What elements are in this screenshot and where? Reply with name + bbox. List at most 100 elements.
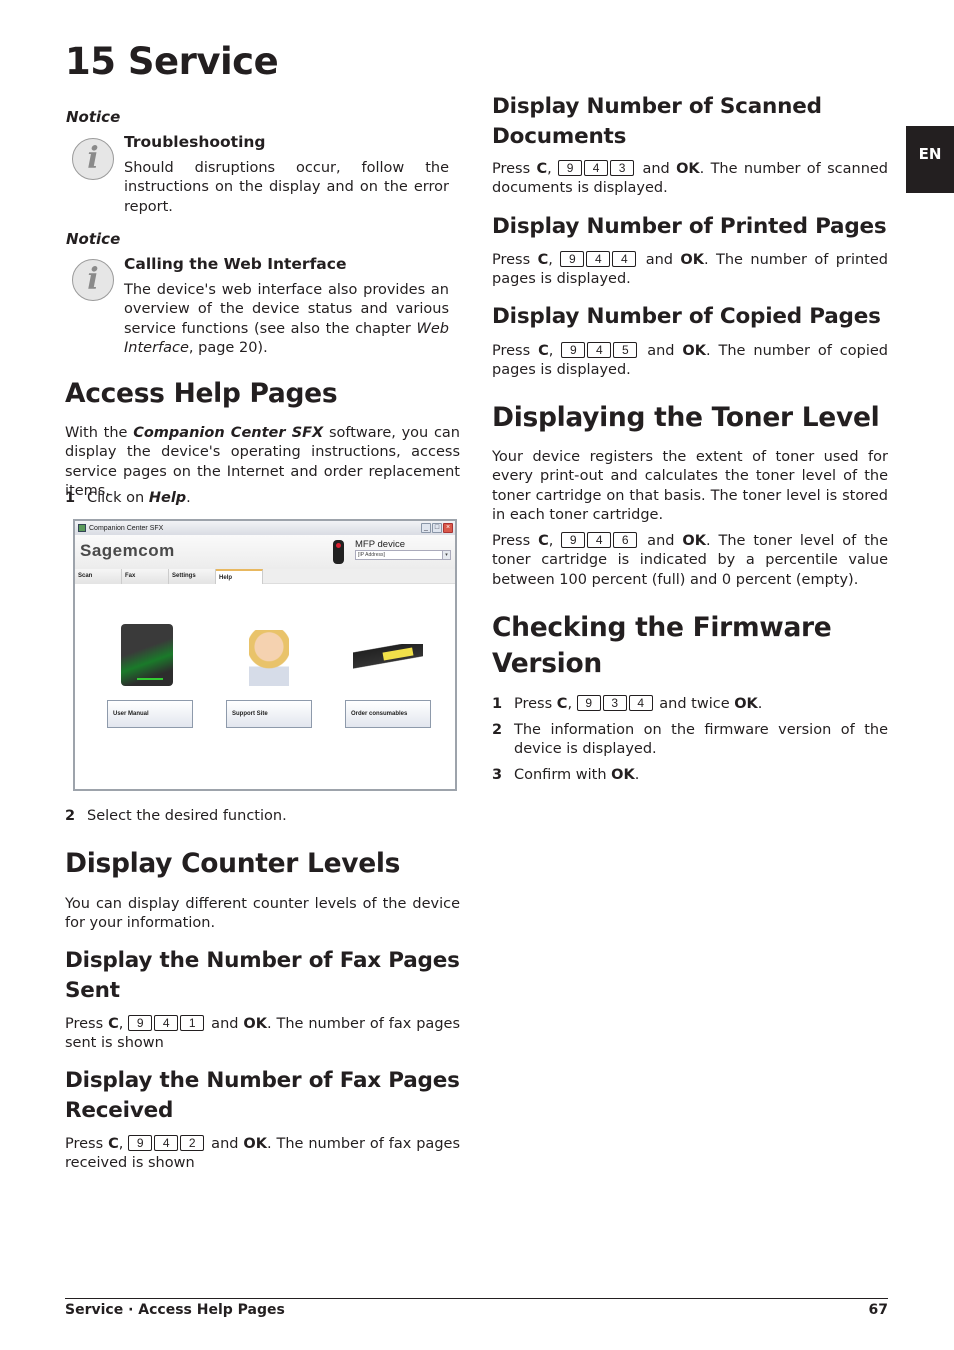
text: Press (65, 1136, 109, 1152)
notice-label: Notice (66, 230, 121, 248)
tab-help[interactable]: Help (216, 569, 263, 585)
ip-address-select[interactable]: [IP Address] ▾ (355, 550, 451, 560)
text: , (567, 696, 577, 712)
software-name: Companion Center SFX (133, 425, 324, 441)
keypad-key: 2 (180, 1135, 205, 1151)
step-number: 3 (492, 767, 503, 783)
instruction-text: Press C, 944 and OK. The number of print… (492, 251, 888, 290)
support-agent-image (226, 630, 312, 696)
text: Confirm with (514, 767, 612, 783)
step-number: 2 (492, 722, 503, 738)
app-header: Sagemcom MFP device [IP Address] ▾ (75, 535, 455, 569)
text: . (757, 696, 763, 712)
text: Press (492, 252, 538, 268)
notice-text: The device's web interface also provides… (124, 282, 449, 337)
traffic-light-icon (333, 540, 344, 564)
user-manual-button[interactable]: User Manual (107, 700, 193, 728)
text: Press (65, 1016, 109, 1032)
subsection-heading: Display the Number of Fax Pages Received (65, 1068, 460, 1123)
app-icon (78, 524, 86, 532)
window-titlebar: Companion Center SFX _ □ × (75, 521, 455, 535)
order-consumables-item (345, 624, 431, 710)
text: and (206, 1016, 244, 1032)
keypad-key: 9 (560, 251, 585, 267)
tab-scan[interactable]: Scan (75, 569, 122, 584)
device-label: MFP device (355, 539, 405, 550)
user-guide-image (107, 624, 193, 690)
menu-reference: Help (148, 490, 187, 506)
key-ok: OK (676, 161, 700, 177)
maximize-icon[interactable]: □ (432, 523, 442, 533)
key-ok: OK (611, 767, 635, 783)
keypad-key: 4 (584, 160, 609, 176)
key-c: C (108, 1136, 119, 1152)
text: Press (492, 533, 539, 549)
text: Press (492, 161, 537, 177)
section-heading: Checking the Firmware Version (492, 612, 832, 679)
tab-settings[interactable]: Settings (169, 569, 216, 584)
key-ok: OK (680, 252, 704, 268)
text: Press (492, 343, 539, 359)
key-ok: OK (682, 533, 706, 549)
text: , (118, 1136, 129, 1152)
close-icon[interactable]: × (443, 523, 453, 533)
text: , (118, 1016, 129, 1032)
text: and (638, 252, 681, 268)
text: , (548, 533, 562, 549)
tab-fax[interactable]: Fax (122, 569, 169, 584)
text: , (548, 252, 561, 268)
key-c: C (556, 696, 568, 712)
app-tabs: Scan Fax Settings Help (75, 569, 455, 585)
subsection-heading: Display the Number of Fax Pages Sent (65, 948, 460, 1003)
step-text: Select the desired function. (87, 808, 287, 824)
support-site-button[interactable]: Support Site (226, 700, 312, 728)
keypad-key: 3 (602, 695, 627, 711)
key-ok: OK (243, 1016, 267, 1032)
subsection-heading: Display Number of Scanned Documents (492, 94, 822, 149)
section-heading: Displaying the Toner Level (492, 402, 880, 433)
text: , (548, 343, 562, 359)
step-number: 1 (65, 490, 76, 506)
step-item: 2 The information on the firmware versio… (492, 721, 888, 760)
section-intro: You can display different counter levels… (65, 896, 460, 932)
notice-heading: Troubleshooting (124, 133, 266, 151)
step-item: 3 Confirm with OK. (492, 766, 888, 785)
keypad-key: 9 (128, 1015, 153, 1031)
order-consumables-button[interactable]: Order consumables (345, 700, 431, 728)
key-ok: OK (682, 343, 706, 359)
subsection-heading: Display Number of Printed Pages (492, 214, 887, 239)
notice-body: The device's web interface also provides… (124, 281, 449, 358)
key-c: C (108, 1016, 119, 1032)
instruction-text: Press C, 945 and OK. The number of copie… (492, 342, 888, 381)
keypad-key: 4 (587, 342, 612, 358)
text: and (639, 533, 683, 549)
text: and (639, 343, 683, 359)
section-heading: Display Counter Levels (65, 848, 401, 879)
keypad-key: 4 (586, 251, 611, 267)
minimize-icon[interactable]: _ (421, 523, 431, 533)
notice-text: , page 20). (188, 339, 268, 356)
step-item: 2 Select the desired function. (65, 807, 460, 826)
text: and twice (654, 696, 735, 712)
text: and (636, 161, 677, 177)
keypad-key: 4 (612, 251, 637, 267)
step-item: 1 Press C, 934 and twice OK. (492, 695, 888, 714)
step-text: The information on the firmware version … (514, 722, 888, 758)
notice-label: Notice (66, 108, 121, 126)
footer-divider (65, 1298, 888, 1299)
key-c: C (536, 161, 548, 177)
language-tab: EN (906, 126, 954, 193)
info-icon: i (72, 259, 114, 301)
sagemcom-logo: Sagemcom (80, 541, 175, 560)
instruction-text: Press C, 943 and OK. The number of scann… (492, 160, 888, 199)
key-c: C (538, 533, 549, 549)
keypad-key: 9 (561, 532, 586, 548)
key-ok: OK (734, 696, 758, 712)
keypad-key: 9 (558, 160, 583, 176)
step-item: 1 Click on Help. (65, 489, 460, 508)
keypad-key: 9 (561, 342, 586, 358)
page-number: 67 (868, 1302, 888, 1318)
keypad-key: 4 (587, 532, 612, 548)
step-number: 2 (65, 808, 76, 824)
keypad-key: 4 (154, 1135, 179, 1151)
